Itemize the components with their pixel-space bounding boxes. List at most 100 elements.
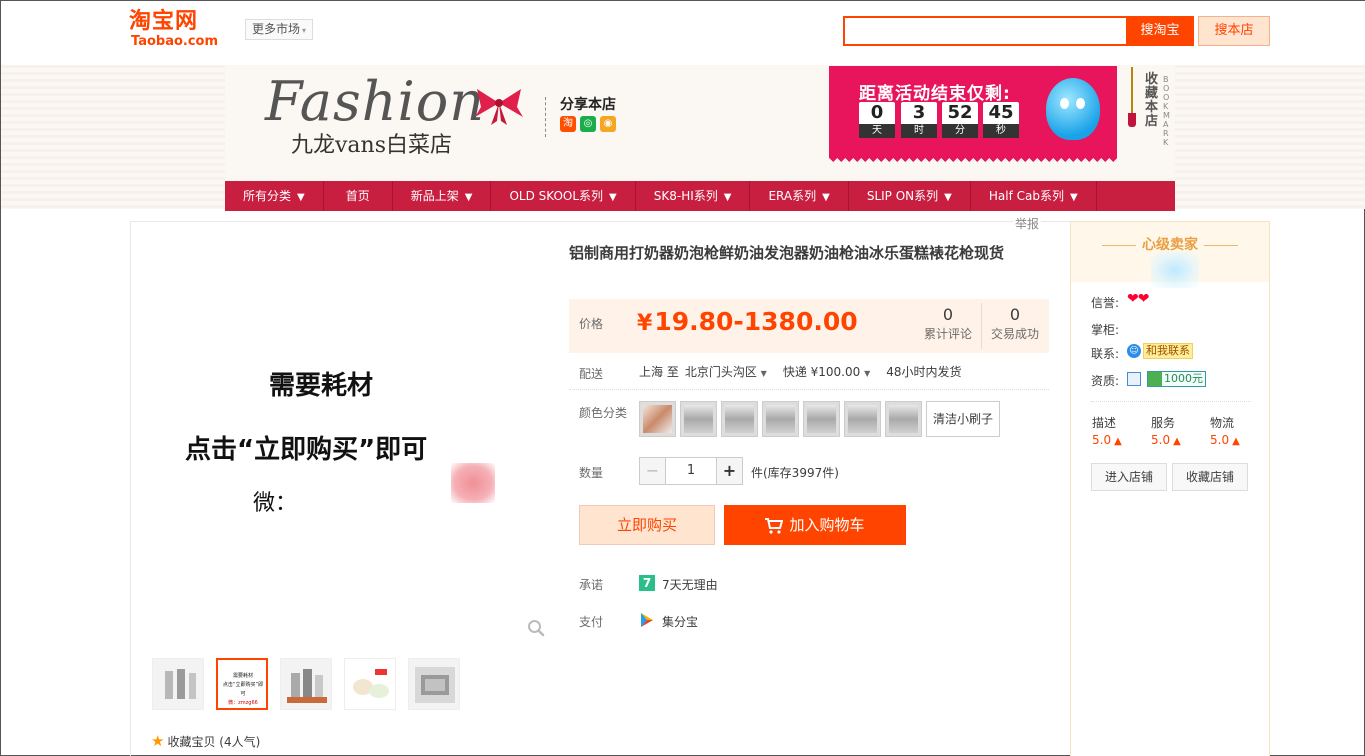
- logo-cn: 淘宝网: [129, 9, 199, 34]
- countdown-hours: 3 时: [901, 102, 937, 138]
- thumbnail[interactable]: [280, 658, 332, 710]
- weibo-share-icon[interactable]: ◉: [600, 116, 616, 132]
- score-label: 服务: [1151, 416, 1176, 430]
- zoom-icon[interactable]: [527, 619, 545, 637]
- payment-label: 支付: [579, 615, 604, 629]
- nav-label: SLIP ON系列: [866, 189, 939, 203]
- color-swatch[interactable]: [885, 401, 922, 437]
- wangwang-icon: ☺: [1127, 344, 1141, 358]
- favorite-count: (4人气): [219, 735, 261, 749]
- favorite-shop-button[interactable]: 收藏店铺: [1172, 463, 1248, 491]
- triangle-down-icon: ▼: [723, 192, 732, 203]
- arrow-up-icon: ▲: [1114, 436, 1122, 447]
- score-description: 描述 5.0 ▲: [1092, 415, 1122, 451]
- ship-time: 48小时内发货: [886, 365, 962, 379]
- quantity-decrease-button[interactable]: −: [639, 457, 666, 485]
- reviews-stat[interactable]: 0 累计评论: [915, 305, 981, 343]
- favorite-item-link[interactable]: ★ 收藏宝贝 (4人气): [151, 732, 260, 750]
- color-option-brush[interactable]: 清洁小刷子: [926, 401, 1001, 437]
- promise-text[interactable]: 7天无理由: [662, 576, 718, 593]
- score-service: 服务 5.0 ▲: [1151, 415, 1181, 451]
- swatch-image: [643, 405, 672, 433]
- search-store-button[interactable]: 搜本店: [1198, 16, 1270, 46]
- thumb-text-2: 点击“立即购买”即可: [222, 682, 264, 697]
- nav-era[interactable]: ERA系列 ▼: [750, 181, 849, 211]
- search-taobao-button[interactable]: 搜淘宝: [1126, 16, 1194, 46]
- swatch-image: [807, 405, 836, 433]
- bookmark-shop[interactable]: 收藏本店 BOOKMARK: [1128, 67, 1175, 147]
- share-title: 分享本店: [560, 97, 616, 113]
- main-image-text-1: 需要耗材: [269, 371, 374, 401]
- thumbnail[interactable]: [152, 658, 204, 710]
- price-range: 19.80-1380.00: [654, 307, 858, 336]
- color-swatch[interactable]: [803, 401, 840, 437]
- enter-shop-button[interactable]: 进入店铺: [1091, 463, 1167, 491]
- nav-home[interactable]: 首页: [324, 181, 393, 211]
- countdown-seconds: 45 秒: [983, 102, 1019, 138]
- countdown-value: 0: [870, 102, 884, 123]
- product-title: 铝制商用打奶器奶泡枪鲜奶油发泡器奶油枪油冰乐蛋糕裱花枪现货: [569, 244, 1005, 262]
- quantity-increase-button[interactable]: +: [716, 457, 743, 485]
- id-card-icon[interactable]: [1127, 372, 1141, 386]
- thumbnail-list: 需要耗材 点击“立即购买”即可 微：zmzg66: [152, 658, 460, 710]
- nav-new-arrivals[interactable]: 新品上架 ▼: [393, 181, 492, 211]
- more-market-dropdown[interactable]: 更多市场 ▾: [245, 19, 314, 40]
- color-swatch[interactable]: [680, 401, 717, 437]
- thumbnail-active[interactable]: 需要耗材 点击“立即购买”即可 微：zmzg66: [216, 658, 268, 710]
- nav-label: Half Cab系列: [988, 189, 1064, 203]
- taobao-share-icon[interactable]: 淘: [560, 116, 576, 132]
- add-to-cart-button[interactable]: 加入购物车: [724, 505, 906, 545]
- color-swatch[interactable]: [762, 401, 799, 437]
- score-value: 5.0 ▲: [1210, 431, 1240, 451]
- buy-now-button[interactable]: 立即购买: [579, 505, 715, 545]
- bookmark-rope: [1131, 67, 1133, 115]
- nav-slip-on[interactable]: SLIP ON系列 ▼: [849, 181, 971, 211]
- color-label: 颜色分类: [579, 406, 628, 420]
- ship-method-dropdown[interactable]: 快递 ¥100.00 ▼: [783, 363, 880, 380]
- shop-name: 九龙vans白菜店: [291, 133, 453, 158]
- color-swatch[interactable]: [844, 401, 881, 437]
- taobao-logo[interactable]: 淘宝网 Taobao.com: [129, 9, 229, 51]
- countdown-minutes: 52 分: [942, 102, 978, 138]
- color-swatch[interactable]: [721, 401, 758, 437]
- swatch-image: [684, 405, 713, 433]
- swatch-image: [766, 405, 795, 433]
- nav-old-skool[interactable]: OLD SKOOL系列 ▼: [491, 181, 636, 211]
- countdown-value: 3: [912, 102, 926, 123]
- thumbnail[interactable]: [344, 658, 396, 710]
- reviews-count: 0: [942, 305, 954, 324]
- score-value: 5.0 ▲: [1151, 431, 1181, 451]
- promise-label: 承诺: [579, 578, 604, 592]
- shop-logo[interactable]: Fashion 九龙vans白菜店: [245, 73, 535, 173]
- bond-badge[interactable]: 1000元: [1147, 371, 1206, 387]
- quantity-input[interactable]: 1: [666, 457, 716, 485]
- nav-half-cab[interactable]: Half Cab系列 ▼: [971, 181, 1097, 211]
- thumbnail[interactable]: [408, 658, 460, 710]
- sales-count: 0: [1009, 305, 1021, 324]
- report-link[interactable]: 举报: [1013, 215, 1042, 232]
- reviews-label: 累计评论: [923, 327, 972, 341]
- mascot-eye: [1060, 98, 1069, 109]
- wangwang-share-icon[interactable]: ◎: [580, 116, 596, 132]
- sales-label: 交易成功: [990, 327, 1039, 341]
- more-market-label: 更多市场: [252, 22, 301, 36]
- currency-symbol: ¥: [637, 311, 653, 336]
- countdown-value: 45: [988, 102, 1014, 123]
- triangle-down-icon: ▼: [864, 369, 871, 378]
- nav-all-categories[interactable]: 所有分类 ▼: [225, 181, 324, 211]
- arrow-up-icon: ▲: [1173, 436, 1181, 447]
- price-value: ¥19.80-1380.00: [637, 307, 858, 336]
- nav-sk8-hi[interactable]: SK8-HI系列 ▼: [636, 181, 751, 211]
- bow-icon: [475, 89, 523, 125]
- ship-to-dropdown[interactable]: 北京门头沟区 ▼: [685, 363, 777, 380]
- bond-icon: [1148, 372, 1162, 386]
- thumb-text-1: 需要耗材: [232, 673, 253, 679]
- top-bar: 淘宝网 Taobao.com 更多市场 ▾ 搜淘宝 搜本店: [1, 1, 1365, 65]
- qualification-label: 资质:: [1091, 374, 1120, 388]
- score-value: 5.0 ▲: [1092, 431, 1122, 451]
- contact-seller-button[interactable]: ☺ 和我联系: [1127, 343, 1193, 359]
- score-logistics: 物流 5.0 ▲: [1210, 415, 1240, 451]
- color-swatch[interactable]: [639, 401, 676, 437]
- seller-level-label: 心级卖家: [1142, 237, 1198, 253]
- search-input[interactable]: [843, 16, 1126, 46]
